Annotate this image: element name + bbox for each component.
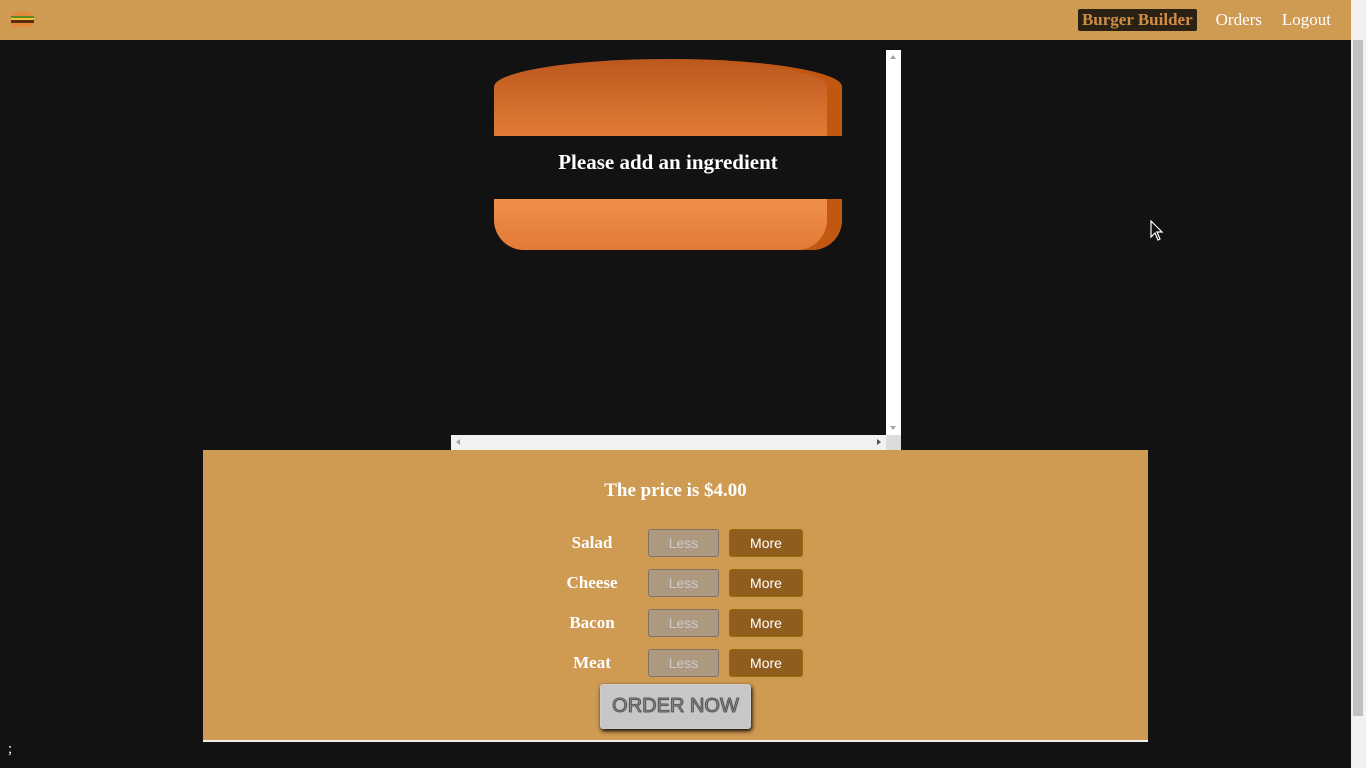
page-scrollbar-thumb[interactable] xyxy=(1353,40,1363,716)
ingredient-row-salad: Salad Less More xyxy=(203,529,1148,557)
build-controls: The price is $4.00 Salad Less More Chees… xyxy=(203,450,1148,742)
bread-top xyxy=(494,59,842,136)
bacon-more-button[interactable]: More xyxy=(729,609,803,637)
salad-more-button[interactable]: More xyxy=(729,529,803,557)
nav-orders[interactable]: Orders xyxy=(1216,10,1262,30)
bread-bottom xyxy=(494,199,842,250)
scroll-corner xyxy=(886,435,901,450)
price-label: The price is $4.00 xyxy=(604,480,747,501)
meat-less-button[interactable]: Less xyxy=(648,649,719,677)
order-now-button[interactable]: ORDER NOW xyxy=(600,684,751,729)
ingredient-label: Meat xyxy=(573,653,611,672)
scroll-down-arrow-icon[interactable] xyxy=(890,426,896,430)
burger-preview: Please add an ingredient xyxy=(451,50,901,450)
cheese-more-button[interactable]: More xyxy=(729,569,803,597)
burger-logo-icon[interactable] xyxy=(9,8,36,28)
page-scrollbar[interactable] xyxy=(1351,0,1366,768)
scroll-up-arrow-icon[interactable] xyxy=(890,55,896,59)
scroll-left-arrow-icon[interactable] xyxy=(456,439,460,445)
ingredient-label: Cheese xyxy=(566,573,618,592)
cheese-less-button[interactable]: Less xyxy=(648,569,719,597)
meat-more-button[interactable]: More xyxy=(729,649,803,677)
burger-horizontal-scrollbar[interactable] xyxy=(451,435,886,450)
ingredient-label: Bacon xyxy=(569,613,615,632)
bacon-less-button[interactable]: Less xyxy=(648,609,719,637)
salad-less-button[interactable]: Less xyxy=(648,529,719,557)
empty-burger-message: Please add an ingredient xyxy=(558,150,778,174)
mouse-cursor-icon xyxy=(1150,219,1164,242)
nav-burger-builder[interactable]: Burger Builder xyxy=(1077,9,1197,31)
scroll-right-arrow-icon[interactable] xyxy=(877,439,881,445)
nav-logout[interactable]: Logout xyxy=(1282,10,1331,30)
ingredient-row-bacon: Bacon Less More xyxy=(203,609,1148,637)
footer-text: ; xyxy=(8,741,13,757)
toolbar: Burger Builder Orders Logout xyxy=(0,0,1351,40)
burger-vertical-scrollbar[interactable] xyxy=(886,50,901,435)
ingredient-label: Salad xyxy=(571,533,613,552)
ingredient-row-meat: Meat Less More xyxy=(203,649,1148,677)
ingredient-row-cheese: Cheese Less More xyxy=(203,569,1148,597)
main-nav: Burger Builder Orders Logout xyxy=(1077,0,1351,40)
